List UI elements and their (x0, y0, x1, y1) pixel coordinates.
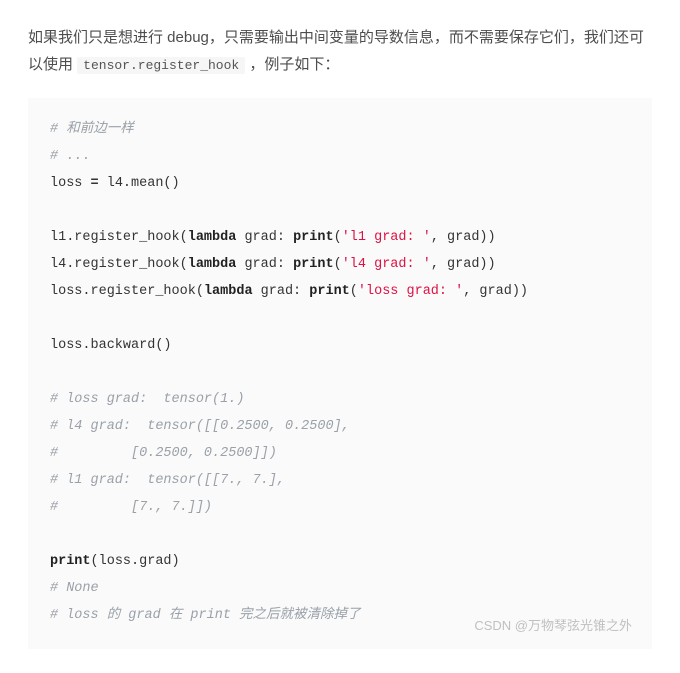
code-comment: # l4 grad: tensor([[0.2500, 0.2500], (50, 419, 350, 434)
code-line: print(loss.grad) (50, 554, 180, 569)
code-line: l4.register_hook(lambda grad: print('l4 … (50, 257, 496, 272)
code-line: loss.backward() (50, 338, 172, 353)
code-comment: # 和前边一样 (50, 122, 134, 137)
code-comment: # ... (50, 149, 91, 164)
code-comment: # l1 grad: tensor([[7., 7.], (50, 473, 285, 488)
code-line: loss = l4.mean() (50, 176, 180, 191)
code-line: l1.register_hook(lambda grad: print('l1 … (50, 230, 496, 245)
code-comment: # [0.2500, 0.2500]]) (50, 446, 277, 461)
code-block: # 和前边一样 # ... loss = l4.mean() l1.regist… (28, 98, 652, 649)
code-comment: # loss 的 grad 在 print 完之后就被清除掉了 (50, 608, 361, 623)
code-line: loss.register_hook(lambda grad: print('l… (50, 284, 528, 299)
description-paragraph: 如果我们只是想进行 debug，只需要输出中间变量的导数信息，而不需要保存它们，… (28, 24, 652, 78)
desc-text-2: ，例子如下： (245, 56, 339, 73)
code-comment: # loss grad: tensor(1.) (50, 392, 244, 407)
inline-code: tensor.register_hook (77, 57, 245, 74)
code-comment: # None (50, 581, 99, 596)
code-comment: # [7., 7.]]) (50, 500, 212, 515)
